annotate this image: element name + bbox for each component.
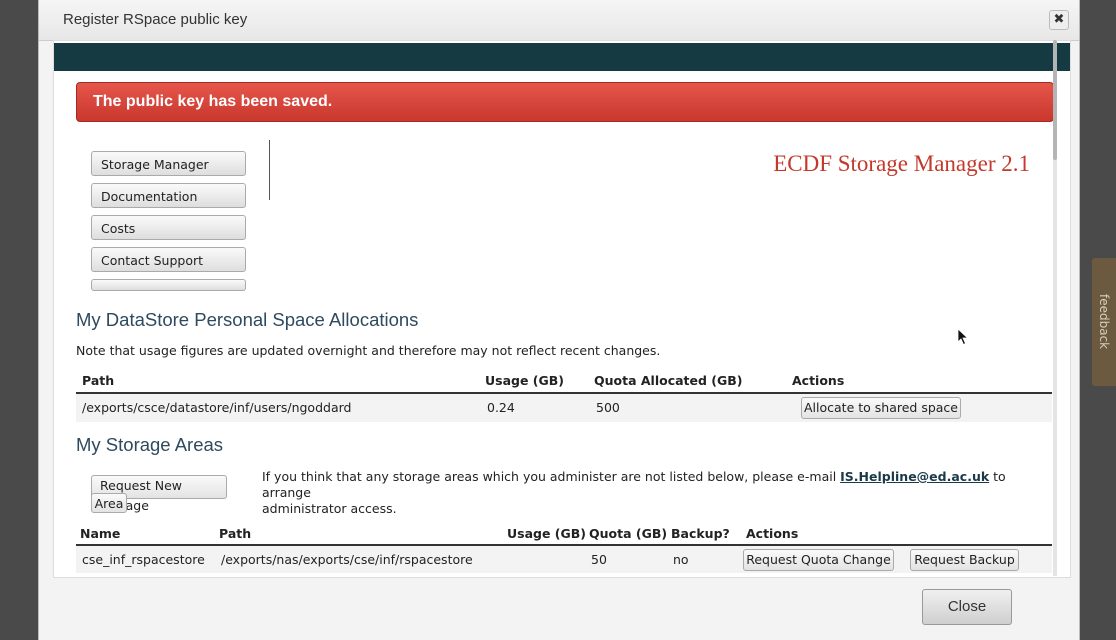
feedback-label: feedback [1097, 294, 1111, 350]
nav-storage-manager-home[interactable]: Storage Manager Home [91, 151, 246, 197]
row-quota: 500 [596, 400, 620, 415]
col-actions: Actions [792, 373, 845, 388]
dialog-content: The public key has been saved. Storage M… [53, 40, 1071, 578]
nav-item-partial[interactable] [91, 279, 246, 291]
table-row: /exports/csce/datastore/inf/users/ngodda… [76, 392, 1052, 422]
storage-backup: no [673, 552, 689, 567]
row-usage: 0.24 [487, 400, 515, 415]
header-bar [54, 43, 1070, 71]
dialog-title: Register RSpace public key [63, 11, 248, 28]
col-path: Path [82, 373, 115, 388]
nav-documentation[interactable]: Documentation [91, 183, 246, 208]
backdrop-left [0, 0, 38, 640]
table-row: cse_inf_rspacestore /exports/nas/exports… [76, 544, 1052, 573]
allocations-heading: My DataStore Personal Space Allocations [76, 309, 419, 330]
mouse-cursor-icon [957, 328, 969, 346]
col-usage: Usage (GB) [485, 373, 565, 388]
col-name: Name [80, 526, 121, 541]
allocate-to-shared-button[interactable]: Allocate to shared space [801, 397, 961, 419]
col-storage-actions: Actions [746, 526, 799, 541]
storage-path: /exports/nas/exports/cse/inf/rspacestore [221, 552, 473, 567]
request-quota-change-button[interactable]: Request Quota Change [743, 549, 894, 571]
close-button[interactable]: Close [922, 589, 1012, 625]
usage-note: Note that usage figures are updated over… [76, 343, 661, 358]
storage-areas-heading: My Storage Areas [76, 434, 224, 455]
request-backup-button[interactable]: Request Backup [910, 549, 1019, 571]
info-text-after-line2: administrator access. [262, 501, 397, 516]
request-new-storage-button-wrap[interactable]: Area [91, 493, 127, 513]
col-storage-quota: Quota (GB) [589, 526, 668, 541]
close-icon[interactable]: ✖ [1049, 10, 1069, 30]
info-text-before: If you think that any storage areas whic… [262, 469, 837, 484]
col-quota-allocated: Quota Allocated (GB) [594, 373, 743, 388]
storage-quota: 50 [591, 552, 607, 567]
col-backup: Backup? [671, 526, 730, 541]
storage-name: cse_inf_rspacestore [82, 552, 205, 567]
helpline-email-link[interactable]: IS.Helpline@ed.ac.uk [840, 469, 989, 484]
request-new-storage-label-line2: Area [94, 496, 124, 511]
col-storage-usage: Usage (GB) [507, 526, 587, 541]
brand-title: ECDF Storage Manager 2.1 [773, 151, 1030, 176]
dialog-titlebar: Register RSpace public key ✖ [39, 0, 1079, 41]
admin-info-text: If you think that any storage areas whic… [262, 469, 1022, 517]
row-path: /exports/csce/datastore/inf/users/ngodda… [82, 400, 352, 415]
register-key-dialog: Register RSpace public key ✖ The public … [38, 0, 1080, 640]
col-storage-path: Path [219, 526, 252, 541]
scrollbar-thumb[interactable] [1053, 40, 1057, 160]
nav-contact-support[interactable]: Contact Support [91, 247, 246, 272]
feedback-side-tab[interactable]: feedback [1092, 258, 1116, 386]
nav-costs[interactable]: Costs [91, 215, 246, 240]
nav-divider [269, 140, 270, 200]
success-alert: The public key has been saved. [76, 82, 1054, 122]
